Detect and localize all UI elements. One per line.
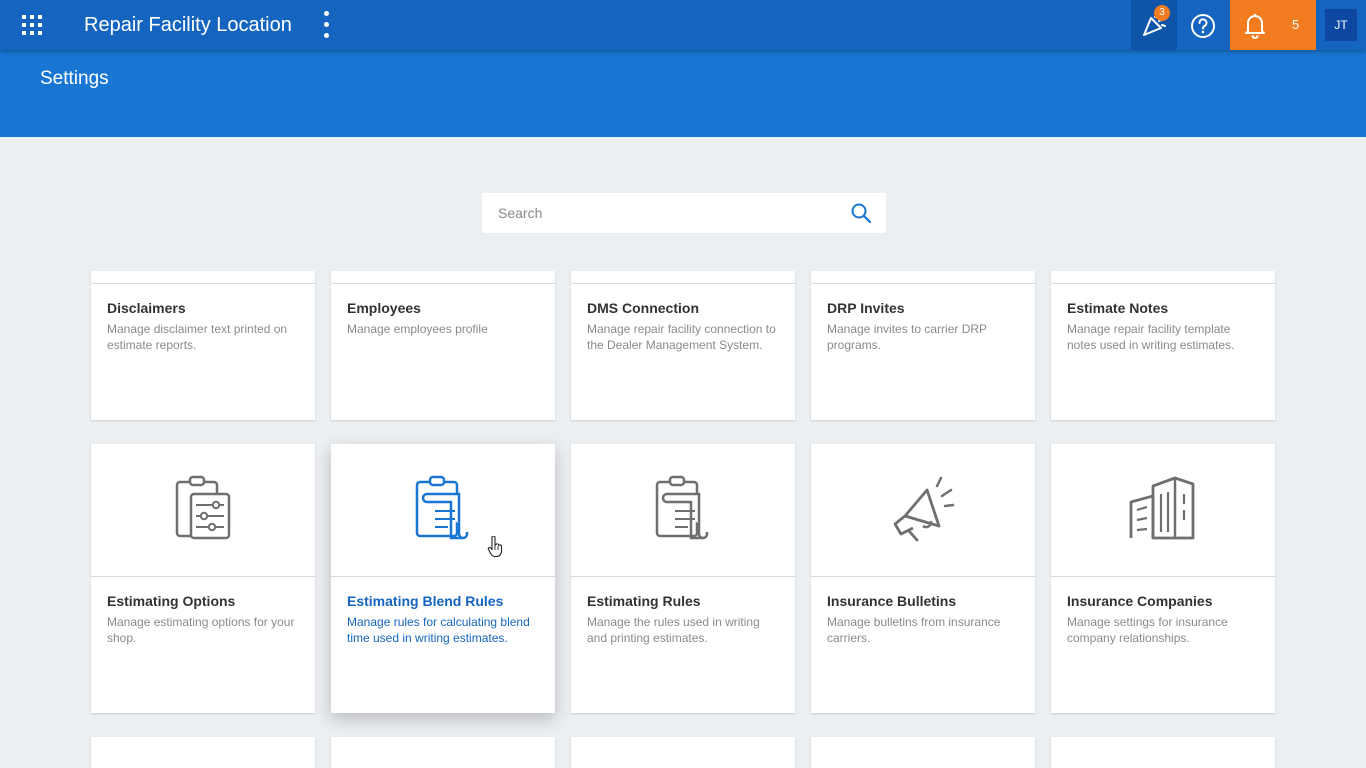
help-button[interactable] (1180, 0, 1226, 50)
app-launcher-grid-icon[interactable] (22, 15, 42, 35)
settings-card-estimating-blend-rules[interactable]: Estimating Blend Rules Manage rules for … (331, 444, 555, 713)
settings-card-employees[interactable]: Employees Manage employees profile (331, 271, 555, 420)
card-title: Disclaimers (107, 300, 186, 316)
card-description: Manage repair facility template notes us… (1067, 322, 1235, 352)
clipboard-document-icon (415, 475, 469, 540)
clipboard-document-icon (655, 475, 709, 540)
card-divider (1051, 283, 1275, 284)
card-description: Manage rules for calculating blend time … (347, 615, 530, 645)
more-options-icon[interactable] (316, 11, 336, 39)
card-divider (811, 283, 1035, 284)
card-title: DRP Invites (827, 300, 905, 316)
card-title: Estimate Notes (1067, 300, 1169, 316)
card-divider (571, 576, 795, 577)
notification-count: 5 (1292, 17, 1300, 32)
party-popper-icon (1143, 13, 1166, 36)
megaphone-icon (893, 476, 955, 542)
settings-card-estimating-options[interactable]: Estimating Options Manage estimating opt… (91, 444, 315, 713)
top-app-bar: Repair Facility Location 3 5 JT (0, 0, 1366, 50)
settings-card[interactable] (571, 737, 795, 768)
search-icon[interactable] (850, 202, 872, 224)
settings-card-insurance-bulletins[interactable]: Insurance Bulletins Manage bulletins fro… (811, 444, 1035, 713)
card-title: Estimating Blend Rules (347, 593, 504, 609)
card-description: Manage settings for insurance company re… (1067, 615, 1228, 645)
settings-card-disclaimers[interactable]: Disclaimers Manage disclaimer text print… (91, 271, 315, 420)
card-description: Manage bulletins from insurance carriers… (827, 615, 1001, 645)
card-divider (811, 576, 1035, 577)
settings-card[interactable] (1051, 737, 1275, 768)
card-divider (1051, 576, 1275, 577)
page-title: Settings (40, 68, 109, 89)
page-header: Settings (0, 50, 1366, 137)
card-divider (571, 283, 795, 284)
clipboard-sliders-icon (175, 475, 231, 540)
card-description: Manage invites to carrier DRP programs. (827, 322, 987, 352)
celebration-badge: 3 (1154, 5, 1170, 21)
bell-icon (1245, 14, 1265, 39)
card-divider (331, 576, 555, 577)
card-divider (331, 283, 555, 284)
settings-card[interactable] (811, 737, 1035, 768)
search-box (482, 193, 886, 233)
app-title: Repair Facility Location (84, 14, 292, 36)
card-title: Insurance Bulletins (827, 593, 957, 609)
celebration-button[interactable] (1131, 0, 1177, 50)
card-divider (91, 283, 315, 284)
settings-card-estimating-rules[interactable]: Estimating Rules Manage the rules used i… (571, 444, 795, 713)
buildings-icon (1129, 476, 1195, 540)
card-title: Insurance Companies (1067, 593, 1213, 609)
help-icon (1191, 14, 1215, 38)
card-description: Manage estimating options for your shop. (107, 615, 295, 645)
card-description: Manage the rules used in writing and pri… (587, 615, 760, 645)
settings-card-drp-invites[interactable]: DRP Invites Manage invites to carrier DR… (811, 271, 1035, 420)
card-title: Estimating Options (107, 593, 236, 609)
user-avatar[interactable]: JT (1325, 9, 1357, 41)
card-description: Manage employees profile (347, 322, 488, 336)
settings-card[interactable] (91, 737, 315, 768)
hand-pointer-cursor-icon (487, 536, 503, 558)
settings-card-insurance-companies[interactable]: Insurance Companies Manage settings for … (1051, 444, 1275, 713)
card-description: Manage disclaimer text printed on estima… (107, 322, 288, 352)
notifications-button[interactable]: 5 (1230, 0, 1316, 50)
card-title: Employees (347, 300, 421, 316)
card-description: Manage repair facility connection to the… (587, 322, 776, 352)
settings-card[interactable] (331, 737, 555, 768)
settings-card-dms-connection[interactable]: DMS Connection Manage repair facility co… (571, 271, 795, 420)
search-input[interactable] (482, 193, 842, 233)
card-divider (91, 576, 315, 577)
card-title: DMS Connection (587, 300, 699, 316)
card-title: Estimating Rules (587, 593, 701, 609)
settings-card-estimate-notes[interactable]: Estimate Notes Manage repair facility te… (1051, 271, 1275, 420)
